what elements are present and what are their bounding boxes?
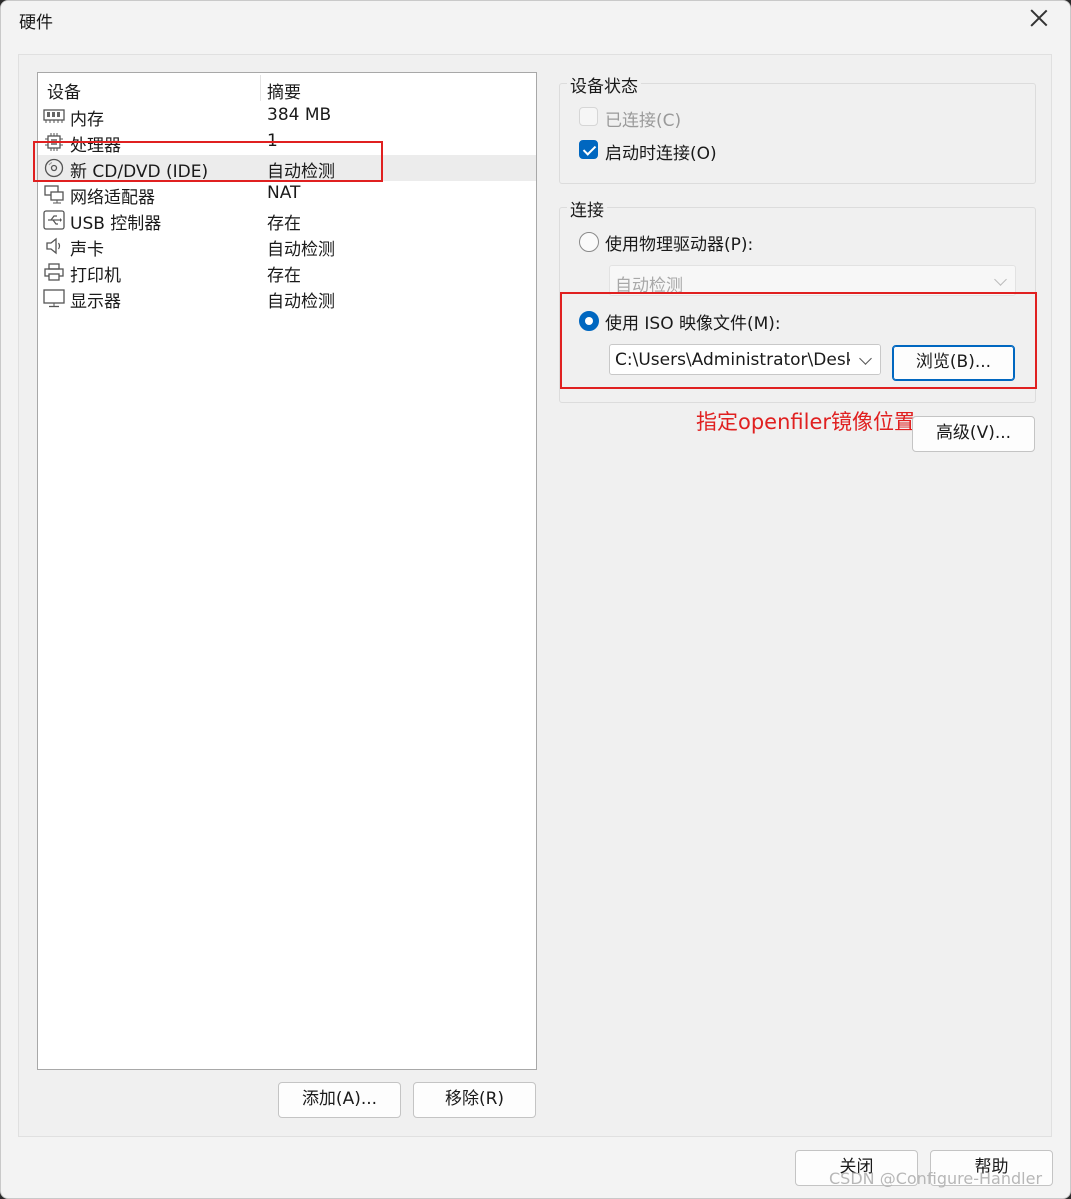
memory-icon (43, 106, 65, 126)
display-icon (43, 288, 65, 308)
device-summary: 自动检测 (267, 162, 335, 182)
column-separator[interactable] (260, 75, 261, 101)
device-row-display[interactable]: 显示器 自动检测 (38, 285, 536, 312)
annotation-text: 指定openfiler镜像位置 (696, 410, 916, 434)
browse-button[interactable]: 浏览(B)... (892, 345, 1015, 381)
connected-label: 已连接(C) (605, 111, 682, 131)
hardware-dialog: 硬件 设备 摘要 内存 384 MB 处理器 1 新 CD/DVD (IDE) … (0, 0, 1071, 1199)
device-name: 内存 (70, 110, 104, 130)
iso-image-radio[interactable] (579, 311, 599, 331)
device-summary: 存在 (267, 214, 301, 234)
physical-drive-label[interactable]: 使用物理驱动器(P): (605, 230, 753, 255)
window-title: 硬件 (19, 13, 53, 33)
cd-dvd-icon (43, 158, 65, 178)
device-column-header[interactable]: 设备 (47, 78, 81, 103)
list-header: 设备 摘要 (38, 73, 536, 103)
connect-at-power-on-checkbox[interactable] (579, 140, 598, 159)
usb-icon (43, 210, 65, 230)
chevron-down-icon (994, 273, 1007, 286)
device-status-group (559, 83, 1036, 184)
physical-drive-value: 自动检测 (615, 276, 683, 296)
watermark: CSDN @Configure-Handler (829, 1169, 1043, 1188)
device-row-memory[interactable]: 内存 384 MB (38, 103, 536, 130)
add-device-button[interactable]: 添加(A)... (278, 1082, 401, 1118)
physical-drive-select: 自动检测 (609, 265, 1016, 296)
device-row-sound-card[interactable]: 声卡 自动检测 (38, 233, 536, 260)
remove-device-button[interactable]: 移除(R) (413, 1082, 536, 1118)
sound-card-icon (43, 236, 65, 256)
processor-icon (43, 132, 65, 152)
device-summary: NAT (267, 183, 301, 203)
device-status-title: 设备状态 (567, 72, 641, 97)
device-summary: 存在 (267, 266, 301, 286)
device-row-cd-dvd[interactable]: 新 CD/DVD (IDE) 自动检测 (38, 155, 536, 182)
physical-drive-radio[interactable] (579, 232, 599, 252)
network-adapter-icon (43, 184, 65, 204)
title-bar: 硬件 (1, 1, 1070, 39)
device-name: 处理器 (70, 136, 121, 156)
device-summary: 1 (267, 131, 278, 151)
device-row-printer[interactable]: 打印机 存在 (38, 259, 536, 286)
device-name: 声卡 (70, 240, 104, 260)
connect-at-power-on-label[interactable]: 启动时连接(O) (605, 139, 717, 164)
advanced-button[interactable]: 高级(V)... (912, 416, 1035, 452)
iso-path-value[interactable]: C:\Users\Administrator\Desktop\openfiler (615, 350, 880, 370)
device-row-network-adapter[interactable]: 网络适配器 NAT (38, 181, 536, 208)
iso-path-combobox[interactable]: C:\Users\Administrator\Desktop\openfiler (609, 344, 881, 375)
device-summary: 自动检测 (267, 292, 335, 312)
device-row-processor[interactable]: 处理器 1 (38, 129, 536, 156)
device-name: 网络适配器 (70, 188, 155, 208)
device-summary: 自动检测 (267, 240, 335, 260)
device-name: 显示器 (70, 292, 121, 312)
summary-column-header[interactable]: 摘要 (267, 78, 301, 103)
device-name: USB 控制器 (70, 214, 162, 234)
device-summary: 384 MB (267, 105, 332, 125)
device-list[interactable]: 设备 摘要 内存 384 MB 处理器 1 新 CD/DVD (IDE) 自动检… (37, 72, 537, 1070)
device-name: 打印机 (70, 266, 121, 286)
connection-title: 连接 (567, 196, 607, 221)
connected-checkbox[interactable] (579, 107, 598, 126)
device-row-usb-controller[interactable]: USB 控制器 存在 (38, 207, 536, 234)
iso-image-label[interactable]: 使用 ISO 映像文件(M): (605, 309, 781, 334)
printer-icon (43, 262, 65, 282)
close-icon[interactable] (1026, 5, 1052, 31)
device-name: 新 CD/DVD (IDE) (70, 162, 209, 182)
